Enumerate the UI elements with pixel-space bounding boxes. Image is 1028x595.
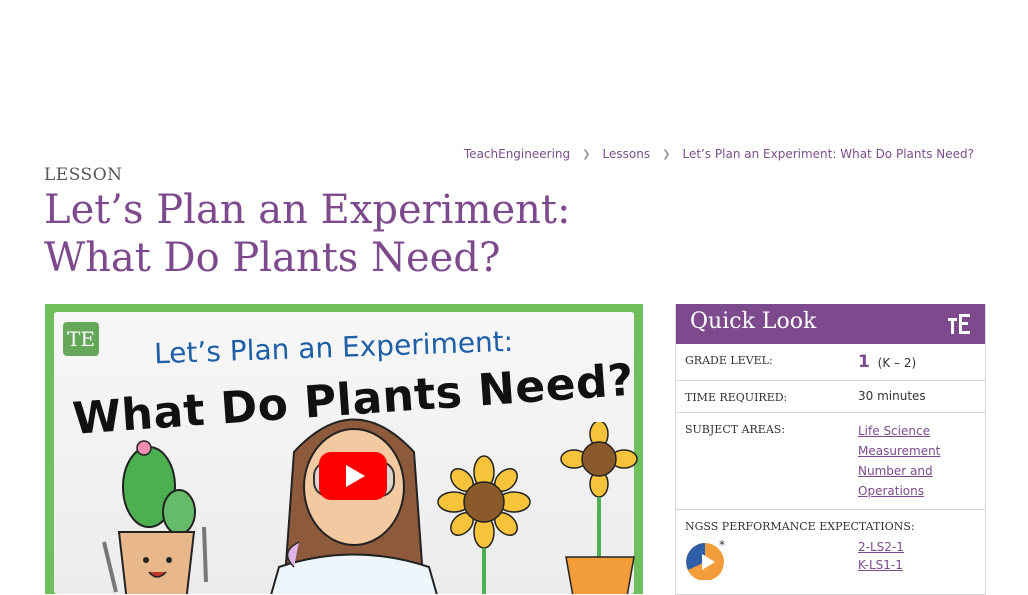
time-required-row: TIME REQUIRED: 30 minutes — [676, 381, 985, 413]
ngss-link-2-ls2-1[interactable]: 2-LS2-1 — [858, 538, 904, 556]
chevron-right-icon: ❯ — [582, 148, 591, 160]
ngss-label: NGSS PERFORMANCE EXPECTATIONS: — [685, 520, 915, 533]
subject-link-life-science[interactable]: Life Science — [858, 421, 976, 441]
subject-link-number-and-operations[interactable]: Number and — [858, 461, 976, 481]
ngss-row: NGSS PERFORMANCE EXPECTATIONS: * 2-LS2-1… — [676, 510, 985, 580]
te-logo-badge: TE — [63, 322, 99, 356]
play-icon — [345, 465, 365, 487]
ngss-asterisk: * — [719, 540, 725, 552]
page-title-line-1: Let’s Plan an Experiment: — [44, 187, 571, 233]
breadcrumb-home-link[interactable]: TeachEngineering — [464, 147, 570, 161]
subject-link-number-and-operations-cont[interactable]: Operations — [858, 481, 976, 501]
grade-level-row: GRADE LEVEL: 1 (K – 2) — [676, 344, 985, 381]
subject-areas-row: SUBJECT AREAS: Life Science Measurement … — [676, 413, 985, 510]
time-required-label: TIME REQUIRED: — [685, 391, 788, 404]
video-play-button[interactable] — [319, 452, 387, 500]
breadcrumb: TeachEngineering ❯ Lessons ❯ Let’s Plan … — [464, 147, 974, 161]
video-player[interactable]: TE Let’s Plan an Experiment: What Do Pla… — [45, 304, 643, 594]
subject-areas-label: SUBJECT AREAS: — [685, 423, 786, 436]
time-required-value: 30 minutes — [858, 389, 926, 403]
content-type-label: LESSON — [44, 165, 123, 185]
breadcrumb-current-link[interactable]: Let’s Plan an Experiment: What Do Plants… — [682, 147, 974, 161]
quick-look-panel: Quick Look GRADE LEVEL: 1 (K – 2) TIME R… — [675, 304, 986, 595]
page-title: Let’s Plan an Experiment: What Do Plants… — [44, 186, 644, 282]
quick-look-header: Quick Look — [676, 304, 985, 344]
chevron-right-icon: ❯ — [662, 148, 671, 160]
quick-look-title: Quick Look — [690, 309, 817, 334]
video-thumbnail[interactable]: TE Let’s Plan an Experiment: What Do Pla… — [54, 312, 638, 594]
grade-number: 1 — [858, 352, 870, 372]
subject-link-measurement[interactable]: Measurement — [858, 441, 976, 461]
ngss-link-k-ls1-1[interactable]: K-LS1-1 — [858, 556, 904, 574]
grade-range: (K – 2) — [877, 356, 917, 370]
page-title-line-2: What Do Plants Need? — [44, 235, 501, 281]
breadcrumb-lessons-link[interactable]: Lessons — [603, 147, 651, 161]
grade-level-value: 1 (K – 2) — [858, 352, 976, 372]
ngss-codes-list: 2-LS2-1 K-LS1-1 — [858, 538, 904, 574]
grade-level-label: GRADE LEVEL: — [685, 354, 773, 367]
sunflower-small-illustration — [437, 455, 531, 594]
te-logo-icon — [948, 314, 970, 334]
cactus-illustration — [102, 440, 208, 594]
sunflower-pot-illustration — [560, 422, 638, 594]
subject-areas-list: Life Science Measurement Number and Oper… — [858, 421, 976, 501]
ngss-pie-icon: * — [686, 540, 725, 580]
